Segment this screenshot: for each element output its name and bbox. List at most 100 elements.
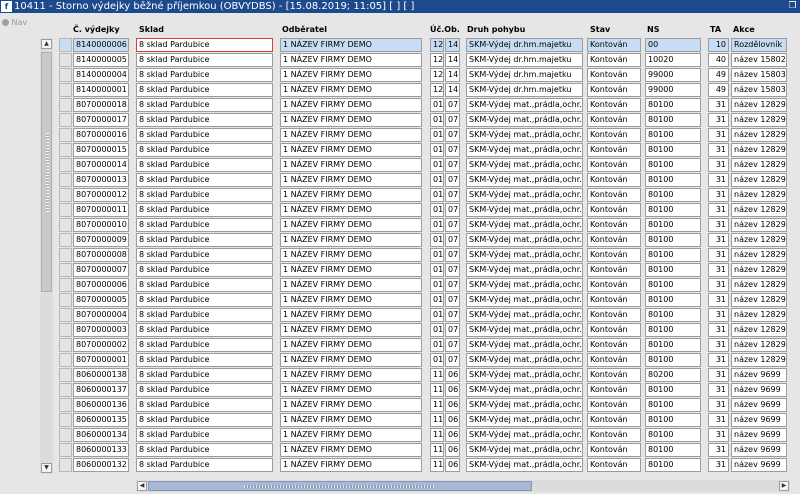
druh-pohybu-cell[interactable]: SKM-Výdej mat.,prádla,ochr.pc — [466, 263, 583, 277]
table-row[interactable]: 8060000132 8 sklad Pardubice 1 NÁZEV FIRMY… — [0, 458, 800, 473]
sklad-cell[interactable]: 8 sklad Pardubice — [136, 368, 273, 382]
ta-cell[interactable]: 31 — [708, 113, 729, 127]
cislo-vydejky-cell[interactable]: 8070000007 — [73, 263, 129, 277]
ta-cell[interactable]: 31 — [708, 278, 729, 292]
ns-cell[interactable]: 80100 — [645, 263, 701, 277]
druh-pohybu-cell[interactable]: SKM-Výdej mat.,prádla,ochr.pc — [466, 173, 583, 187]
akce-cell[interactable]: název 9699 — [731, 458, 787, 472]
ns-cell[interactable]: 80100 — [645, 218, 701, 232]
table-row[interactable]: 8070000013 8 sklad Pardubice 1 NÁZEV FIRMY… — [0, 173, 800, 188]
stav-cell[interactable]: Kontován — [587, 323, 641, 337]
druh-pohybu-cell[interactable]: SKM-Výdej mat.,prádla,ochr.pc — [466, 278, 583, 292]
table-row[interactable]: 8070000017 8 sklad Pardubice 1 NÁZEV FIRMY… — [0, 113, 800, 128]
uc-cell[interactable]: 01 — [430, 338, 444, 352]
ns-cell[interactable]: 80100 — [645, 248, 701, 262]
row-selector[interactable] — [59, 278, 72, 292]
ob-cell[interactable]: 07 — [445, 203, 460, 217]
druh-pohybu-cell[interactable]: SKM-Výdej mat.,prádla,ochr.pc — [466, 233, 583, 247]
ob-cell[interactable]: 07 — [445, 188, 460, 202]
ns-cell[interactable]: 00 — [645, 38, 701, 52]
odberatel-cell[interactable]: 1 NÁZEV FIRMY DEMO — [280, 158, 422, 172]
table-row[interactable]: 8060000134 8 sklad Pardubice 1 NÁZEV FIRMY… — [0, 428, 800, 443]
arrow-right-icon[interactable]: ▶ — [779, 481, 789, 491]
cislo-vydejky-cell[interactable]: 8070000014 — [73, 158, 129, 172]
sklad-cell[interactable]: 8 sklad Pardubice — [136, 278, 273, 292]
row-selector[interactable] — [59, 413, 72, 427]
header-ns[interactable]: NS — [647, 25, 659, 34]
cislo-vydejky-cell[interactable]: 8070000012 — [73, 188, 129, 202]
odberatel-cell[interactable]: 1 NÁZEV FIRMY DEMO — [280, 383, 422, 397]
akce-cell[interactable]: název 12829 — [731, 248, 787, 262]
druh-pohybu-cell[interactable]: SKM-Výdej mat.,prádla,ochr.pc — [466, 128, 583, 142]
row-selector[interactable] — [59, 83, 72, 97]
cislo-vydejky-cell[interactable]: 8060000133 — [73, 443, 129, 457]
akce-cell[interactable]: Rozdělovník — [731, 38, 787, 52]
akce-cell[interactable]: název 12829 — [731, 308, 787, 322]
ta-cell[interactable]: 31 — [708, 338, 729, 352]
header-uc-ob[interactable]: Úč.Ob. — [430, 25, 460, 34]
odberatel-cell[interactable]: 1 NÁZEV FIRMY DEMO — [280, 443, 422, 457]
stav-cell[interactable]: Kontován — [587, 293, 641, 307]
druh-pohybu-cell[interactable]: SKM-Výdej mat.,prádla,ochr.pc — [466, 188, 583, 202]
uc-cell[interactable]: 01 — [430, 158, 444, 172]
ob-cell[interactable]: 07 — [445, 353, 460, 367]
stav-cell[interactable]: Kontován — [587, 443, 641, 457]
row-selector[interactable] — [59, 113, 72, 127]
row-selector[interactable] — [59, 173, 72, 187]
akce-cell[interactable]: název 12829 — [731, 263, 787, 277]
table-row[interactable]: 8070000006 8 sklad Pardubice 1 NÁZEV FIRMY… — [0, 278, 800, 293]
cislo-vydejky-cell[interactable]: 8070000002 — [73, 338, 129, 352]
sklad-cell[interactable]: 8 sklad Pardubice — [136, 263, 273, 277]
ta-cell[interactable]: 31 — [708, 143, 729, 157]
sklad-cell[interactable]: 8 sklad Pardubice — [136, 458, 273, 472]
sklad-cell[interactable]: 8 sklad Pardubice — [136, 53, 273, 67]
ob-cell[interactable]: 07 — [445, 308, 460, 322]
ns-cell[interactable]: 80100 — [645, 413, 701, 427]
druh-pohybu-cell[interactable]: SKM-Výdej mat.,prádla,ochr.pc — [466, 443, 583, 457]
ta-cell[interactable]: 40 — [708, 53, 729, 67]
row-selector[interactable] — [59, 443, 72, 457]
sklad-cell[interactable]: 8 sklad Pardubice — [136, 98, 273, 112]
druh-pohybu-cell[interactable]: SKM-Výdej mat.,prádla,ochr.pc — [466, 428, 583, 442]
druh-pohybu-cell[interactable]: SKM-Výdej dr.hm.majetku — [466, 83, 583, 97]
ta-cell[interactable]: 31 — [708, 428, 729, 442]
cislo-vydejky-cell[interactable]: 8060000135 — [73, 413, 129, 427]
stav-cell[interactable]: Kontován — [587, 218, 641, 232]
druh-pohybu-cell[interactable]: SKM-Výdej mat.,prádla,ochr.pc — [466, 98, 583, 112]
ob-cell[interactable]: 14 — [445, 38, 460, 52]
ta-cell[interactable]: 10 — [708, 38, 729, 52]
druh-pohybu-cell[interactable]: SKM-Výdej dr.hm.majetku — [466, 68, 583, 82]
cislo-vydejky-cell[interactable]: 8140000001 — [73, 83, 129, 97]
akce-cell[interactable]: název 9699 — [731, 368, 787, 382]
table-row[interactable]: 8140000001 8 sklad Pardubice 1 NÁZEV FIRMY… — [0, 83, 800, 98]
odberatel-cell[interactable]: 1 NÁZEV FIRMY DEMO — [280, 143, 422, 157]
stav-cell[interactable]: Kontován — [587, 38, 641, 52]
uc-cell[interactable]: 01 — [430, 248, 444, 262]
akce-cell[interactable]: název 12829 — [731, 293, 787, 307]
table-row[interactable]: 8070000004 8 sklad Pardubice 1 NÁZEV FIRMY… — [0, 308, 800, 323]
ob-cell[interactable]: 06 — [445, 413, 460, 427]
row-selector[interactable] — [59, 263, 72, 277]
sklad-cell[interactable]: 8 sklad Pardubice — [136, 443, 273, 457]
header-odberatel[interactable]: Odběratel — [282, 25, 327, 34]
stav-cell[interactable]: Kontován — [587, 368, 641, 382]
uc-cell[interactable]: 01 — [430, 218, 444, 232]
odberatel-cell[interactable]: 1 NÁZEV FIRMY DEMO — [280, 68, 422, 82]
ta-cell[interactable]: 31 — [708, 173, 729, 187]
ta-cell[interactable]: 49 — [708, 68, 729, 82]
ta-cell[interactable]: 31 — [708, 443, 729, 457]
uc-cell[interactable]: 01 — [430, 173, 444, 187]
ob-cell[interactable]: 07 — [445, 323, 460, 337]
akce-cell[interactable]: název 12829 — [731, 353, 787, 367]
ob-cell[interactable]: 07 — [445, 278, 460, 292]
ta-cell[interactable]: 31 — [708, 248, 729, 262]
druh-pohybu-cell[interactable]: SKM-Výdej mat.,prádla,ochr.pc — [466, 323, 583, 337]
stav-cell[interactable]: Kontován — [587, 383, 641, 397]
table-row[interactable]: 8070000015 8 sklad Pardubice 1 NÁZEV FIRMY… — [0, 143, 800, 158]
vertical-scrollbar[interactable]: ▲ ▼ — [40, 38, 53, 474]
stav-cell[interactable]: Kontován — [587, 398, 641, 412]
ta-cell[interactable]: 31 — [708, 368, 729, 382]
cislo-vydejky-cell[interactable]: 8060000136 — [73, 398, 129, 412]
odberatel-cell[interactable]: 1 NÁZEV FIRMY DEMO — [280, 263, 422, 277]
row-selector[interactable] — [59, 428, 72, 442]
